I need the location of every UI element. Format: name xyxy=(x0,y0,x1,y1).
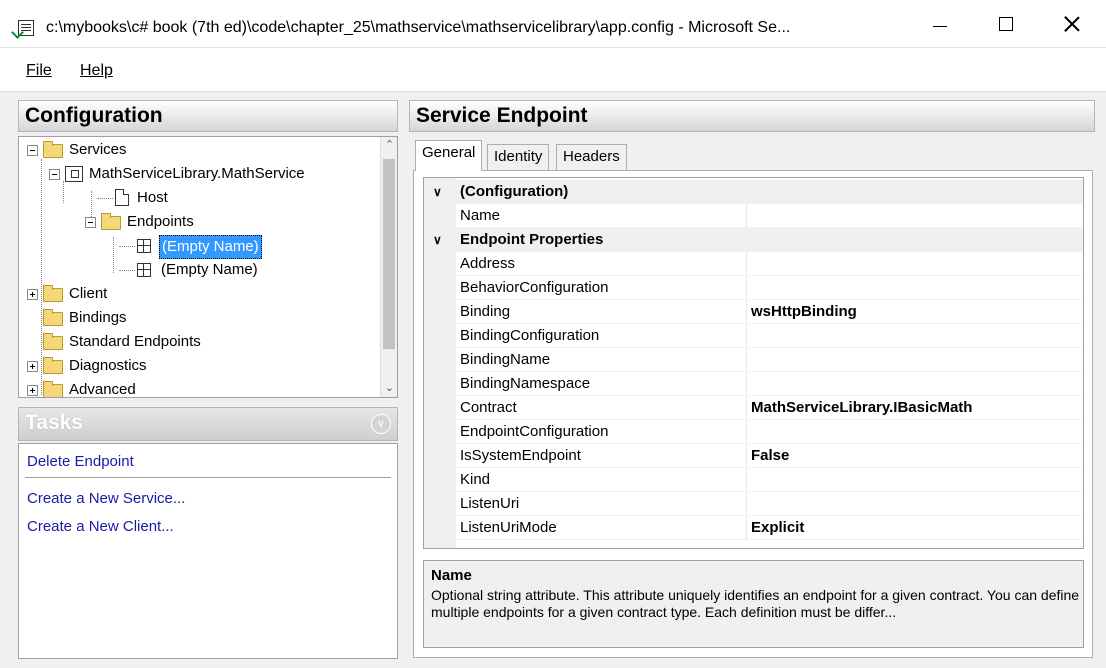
property-row-contract[interactable]: Contract MathServiceLibrary.IBasicMath xyxy=(424,396,1083,420)
property-row-binding-configuration[interactable]: BindingConfiguration xyxy=(424,324,1083,348)
property-row-binding-name[interactable]: BindingName xyxy=(424,348,1083,372)
endpoint-icon xyxy=(137,239,151,253)
menu-file[interactable]: File xyxy=(26,62,52,80)
minimize-icon xyxy=(933,25,947,27)
property-value[interactable] xyxy=(746,372,1083,395)
property-row-endpoint-configuration[interactable]: EndpointConfiguration xyxy=(424,420,1083,444)
close-button[interactable] xyxy=(1049,8,1095,40)
app-config-icon xyxy=(18,20,34,36)
tab-general[interactable]: General xyxy=(415,140,483,171)
tree-connector xyxy=(63,181,64,203)
collapse-icon[interactable] xyxy=(49,169,60,180)
property-description: Name Optional string attribute. This att… xyxy=(423,560,1084,648)
property-value[interactable] xyxy=(746,468,1083,491)
collapse-icon[interactable] xyxy=(85,217,96,228)
folder-icon xyxy=(101,213,121,230)
folder-icon xyxy=(43,285,63,302)
task-separator xyxy=(25,477,391,478)
chevron-down-icon[interactable]: ∨ xyxy=(433,180,442,204)
property-value[interactable]: False xyxy=(746,444,1083,467)
property-row-kind[interactable]: Kind xyxy=(424,468,1083,492)
folder-icon xyxy=(43,309,63,326)
maximize-button[interactable] xyxy=(983,8,1029,40)
tree-connector xyxy=(41,159,42,395)
tree-connector xyxy=(97,198,113,199)
endpoint-icon xyxy=(137,263,151,277)
folder-icon xyxy=(43,357,63,374)
scroll-up-icon[interactable]: ⌃ xyxy=(381,137,397,154)
property-value[interactable]: wsHttpBinding xyxy=(746,300,1083,323)
tree-connector xyxy=(113,237,114,273)
collapse-icon[interactable] xyxy=(27,145,38,156)
property-row-behavior-configuration[interactable]: BehaviorConfiguration xyxy=(424,276,1083,300)
configuration-header: Configuration xyxy=(18,100,398,132)
property-row-binding[interactable]: Binding wsHttpBinding xyxy=(424,300,1083,324)
property-row-name[interactable]: Name xyxy=(424,204,1083,228)
configuration-tree[interactable]: Services MathServiceLibrary.MathService … xyxy=(18,136,398,398)
tab-headers[interactable]: Headers xyxy=(556,144,627,170)
close-icon xyxy=(1064,16,1080,32)
property-row-binding-namespace[interactable]: BindingNamespace xyxy=(424,372,1083,396)
folder-icon xyxy=(43,381,63,397)
property-value[interactable] xyxy=(746,420,1083,443)
host-icon xyxy=(115,189,129,206)
service-icon xyxy=(65,166,83,182)
property-value[interactable] xyxy=(746,492,1083,515)
scroll-thumb[interactable] xyxy=(383,159,395,349)
minimize-button[interactable] xyxy=(917,8,963,40)
expand-icon[interactable] xyxy=(27,361,38,372)
chevron-down-icon[interactable]: ∨ xyxy=(433,228,442,252)
collapse-tasks-icon[interactable]: ∨ xyxy=(371,414,391,434)
tab-identity[interactable]: Identity xyxy=(487,144,550,170)
tasks-panel: Delete Endpoint Create a New Service... … xyxy=(18,443,398,659)
property-value[interactable] xyxy=(746,204,1083,227)
tasks-header: Tasks ∨ xyxy=(18,407,398,441)
property-value[interactable] xyxy=(746,348,1083,371)
tree-scrollbar[interactable]: ⌃ ⌄ xyxy=(380,137,397,397)
scroll-down-icon[interactable]: ⌄ xyxy=(381,380,397,397)
tree-connector xyxy=(119,246,135,247)
expand-icon[interactable] xyxy=(27,385,38,396)
property-value[interactable] xyxy=(746,276,1083,299)
property-row-address[interactable]: Address xyxy=(424,252,1083,276)
service-endpoint-header: Service Endpoint xyxy=(409,100,1095,132)
description-title: Name xyxy=(431,567,472,584)
folder-icon xyxy=(43,333,63,350)
tree-connector xyxy=(119,270,135,271)
expand-icon[interactable] xyxy=(27,289,38,300)
property-value[interactable] xyxy=(746,324,1083,347)
property-value[interactable] xyxy=(746,252,1083,275)
property-value[interactable]: Explicit xyxy=(746,516,1083,539)
menu-help[interactable]: Help xyxy=(80,62,113,80)
delete-endpoint-link[interactable]: Delete Endpoint xyxy=(27,453,134,470)
description-text: Optional string attribute. This attribut… xyxy=(431,587,1080,620)
tasks-title: Tasks xyxy=(25,411,83,434)
window-title: c:\mybooks\c# book (7th ed)\code\chapter… xyxy=(46,19,791,36)
category-configuration[interactable]: ∨ (Configuration) xyxy=(424,180,1083,204)
maximize-icon xyxy=(999,17,1013,31)
create-new-service-link[interactable]: Create a New Service... xyxy=(27,490,185,507)
property-row-listen-uri[interactable]: ListenUri xyxy=(424,492,1083,516)
menu-bar: File Help xyxy=(0,48,1106,92)
folder-icon xyxy=(43,141,63,158)
property-row-is-system-endpoint[interactable]: IsSystemEndpoint False xyxy=(424,444,1083,468)
title-bar: c:\mybooks\c# book (7th ed)\code\chapter… xyxy=(0,0,1106,48)
create-new-client-link[interactable]: Create a New Client... xyxy=(27,518,174,535)
property-value[interactable]: MathServiceLibrary.IBasicMath xyxy=(746,396,1083,419)
property-grid[interactable]: ∨ (Configuration) Name ∨ Endpoint Proper… xyxy=(423,177,1084,549)
property-row-listen-uri-mode[interactable]: ListenUriMode Explicit xyxy=(424,516,1083,540)
category-endpoint-properties[interactable]: ∨ Endpoint Properties xyxy=(424,228,1083,252)
